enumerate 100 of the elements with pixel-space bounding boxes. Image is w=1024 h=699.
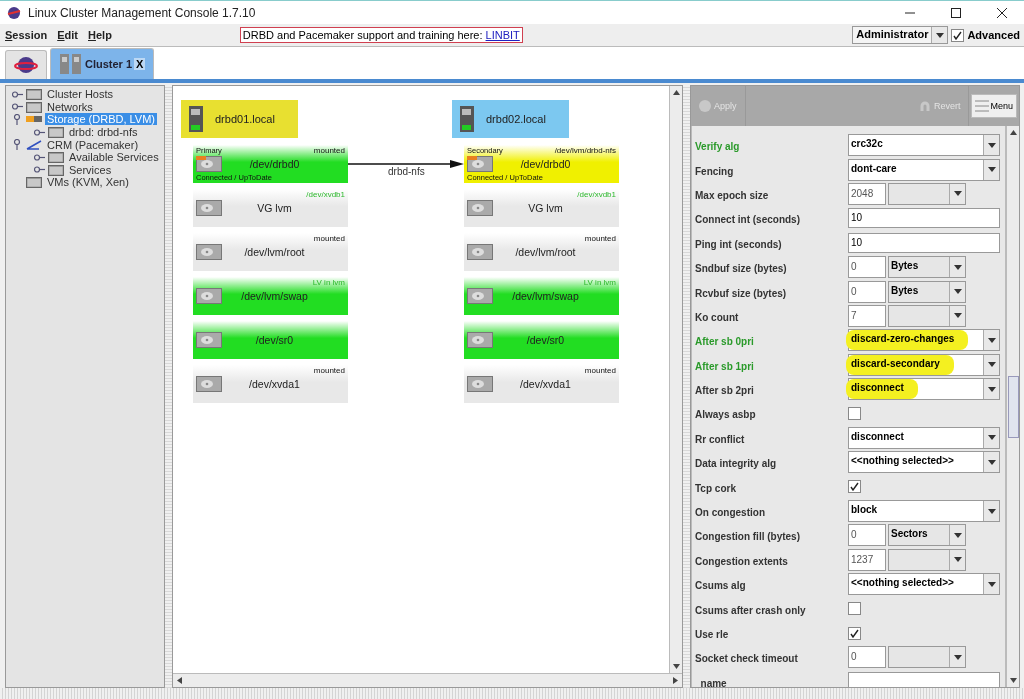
scroll-left-icon[interactable] <box>177 677 182 684</box>
unit-combo[interactable]: Bytes <box>888 256 966 279</box>
device-note: /dev/xvdb1 <box>577 190 616 199</box>
device-node[interactable]: LV in lvm /dev/lvm/swap <box>464 277 619 315</box>
collapsed-handle-icon[interactable] <box>34 164 45 176</box>
caret-icon <box>953 264 962 270</box>
number-field[interactable]: 0 <box>848 646 886 669</box>
maximize-icon[interactable] <box>950 6 962 19</box>
device-node[interactable]: /dev/sr0 <box>464 321 619 359</box>
scroll-down-icon[interactable] <box>672 664 680 669</box>
scroll-down-icon[interactable] <box>1009 678 1017 683</box>
number-field[interactable]: 0 <box>848 280 886 303</box>
cluster-tab[interactable]: Cluster 1 X <box>50 48 155 79</box>
caret-icon <box>935 32 944 38</box>
splitter-handle[interactable] <box>683 85 690 688</box>
field-label: Connect int (seconds) <box>695 214 800 226</box>
field-label: Rcvbuf size (bytes) <box>695 287 787 299</box>
checkbox[interactable] <box>848 602 861 616</box>
combo-box[interactable]: dont-care <box>848 158 1000 181</box>
collapsed-handle-icon[interactable] <box>12 88 23 100</box>
number-field[interactable]: 0 <box>848 524 886 547</box>
window-title: Linux Cluster Management Console 1.7.10 <box>28 5 256 20</box>
combo-box[interactable]: <<nothing selected>> <box>848 451 1000 474</box>
device-node[interactable]: LV in lvm /dev/lvm/swap <box>193 277 348 315</box>
device-note: mounted <box>584 234 616 243</box>
field-label: Csums alg <box>695 580 746 592</box>
field-label: Congestion extents <box>695 555 788 567</box>
combo-box[interactable]: discard-zero-changes <box>848 329 1000 352</box>
vertical-scrollbar[interactable] <box>1006 126 1019 687</box>
combo-box[interactable]: disconnect <box>848 426 1000 449</box>
tree-item[interactable]: Networks <box>45 100 95 113</box>
number-field[interactable]: 2048 <box>848 182 886 205</box>
caret-icon <box>987 581 996 587</box>
horizontal-scrollbar[interactable] <box>173 673 682 687</box>
banner-link[interactable]: LINBIT <box>485 29 520 41</box>
folder-icon <box>26 176 42 189</box>
combo-box[interactable]: <<nothing selected>> <box>848 573 1000 596</box>
number-field[interactable]: 0 <box>848 256 886 279</box>
field-label: Ko count <box>695 311 739 323</box>
combo-box[interactable]: disconnect <box>848 378 1000 401</box>
splitter-handle[interactable] <box>165 85 172 688</box>
device-name: VG lvm <box>257 202 292 214</box>
host-node[interactable]: drbd02.local <box>452 100 569 138</box>
device-node[interactable]: /dev/xvdb1 VG lvm <box>193 189 348 227</box>
menu-item[interactable]: Edit <box>57 29 78 41</box>
combo-box[interactable]: crc32c <box>848 134 1000 157</box>
combo-box[interactable]: discard-secondary <box>848 353 1000 376</box>
combo-box[interactable]: block <box>848 500 1000 523</box>
device-note: LV in lvm <box>583 278 616 287</box>
server-icon <box>189 106 203 132</box>
device-node[interactable]: mounted /dev/xvda1 <box>193 365 348 403</box>
tree-item[interactable]: Cluster Hosts <box>45 88 116 101</box>
unit-combo[interactable]: Sectors <box>888 524 966 547</box>
host-node[interactable]: drbd01.local <box>181 100 298 138</box>
tree-item[interactable]: VMs (KVM, Xen) <box>45 176 131 189</box>
caret-icon <box>987 459 996 465</box>
vertical-scrollbar[interactable] <box>669 86 682 673</box>
menu-item[interactable]: Help <box>88 29 112 41</box>
checkbox[interactable] <box>848 480 861 494</box>
scroll-up-icon[interactable] <box>672 90 680 95</box>
device-node[interactable]: /dev/sr0 <box>193 321 348 359</box>
input-field[interactable] <box>848 671 1000 687</box>
menu-button[interactable]: Menu <box>971 94 1017 118</box>
scroll-thumb[interactable] <box>1007 375 1019 438</box>
app-logo-icon <box>6 4 22 21</box>
input-field[interactable]: 10 <box>848 232 1000 253</box>
user-combo[interactable]: Administrator <box>852 26 949 44</box>
unit-combo[interactable]: Bytes <box>888 280 966 303</box>
device-node[interactable]: mounted /dev/xvda1 <box>464 365 619 403</box>
close-icon[interactable] <box>996 6 1008 19</box>
caret-icon <box>953 654 962 660</box>
tree-item[interactable]: CRM (Pacemaker) <box>45 138 141 151</box>
tree-item[interactable]: Services <box>67 163 114 176</box>
folder-icon <box>26 100 42 113</box>
collapsed-handle-icon[interactable] <box>34 151 45 163</box>
device-node[interactable]: /dev/xvdb1 VG lvm <box>464 189 619 227</box>
menu-item[interactable]: Session <box>5 29 48 41</box>
device-name: /dev/lvm/root <box>244 246 305 258</box>
number-field[interactable]: 7 <box>848 304 886 327</box>
folder-icon <box>48 163 64 176</box>
scroll-right-icon[interactable] <box>673 677 678 684</box>
input-field[interactable]: 10 <box>848 208 1000 229</box>
caret-icon <box>987 362 996 368</box>
expanded-handle-icon[interactable] <box>12 139 23 151</box>
expanded-handle-icon[interactable] <box>12 114 23 125</box>
tree-item[interactable]: drbd: drbd-nfs <box>67 126 140 139</box>
device-node[interactable]: mounted /dev/lvm/root <box>464 233 619 271</box>
device-name: /dev/lvm/swap <box>241 290 308 302</box>
collapsed-handle-icon[interactable] <box>34 126 45 138</box>
scroll-up-icon[interactable] <box>1009 130 1017 135</box>
collapsed-handle-icon[interactable] <box>12 101 23 113</box>
advanced-checkbox[interactable] <box>951 28 965 42</box>
banner-text: DRBD and Pacemaker support and training here: <box>242 29 483 41</box>
number-field[interactable]: 1237 <box>848 548 886 571</box>
checkbox[interactable] <box>848 407 861 420</box>
field-label: After sb 1pri <box>695 360 754 372</box>
device-node[interactable]: mounted /dev/lvm/root <box>193 233 348 271</box>
logo-tab[interactable] <box>5 50 47 79</box>
tree-item[interactable]: Available Services <box>67 151 161 164</box>
checkbox[interactable] <box>848 626 861 640</box>
